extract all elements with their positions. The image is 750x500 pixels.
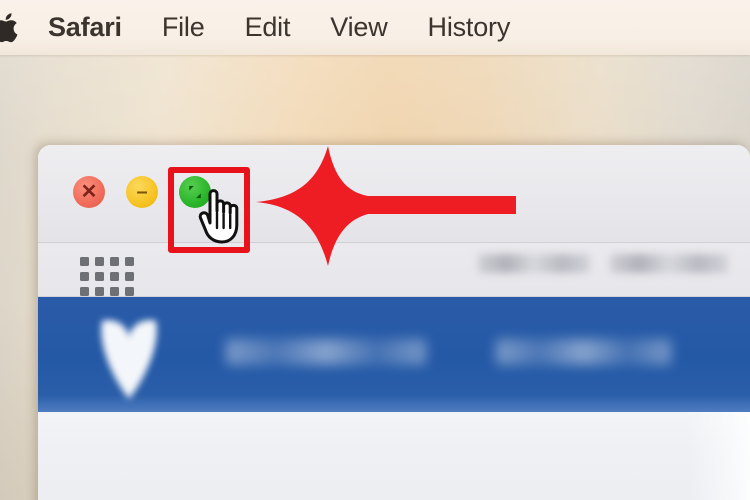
close-icon: ✕ — [80, 181, 98, 203]
grid-dot — [110, 287, 119, 296]
app-grid-dots-icon[interactable] — [80, 257, 134, 296]
grid-dot — [110, 257, 119, 266]
menu-edit[interactable]: Edit — [245, 12, 291, 43]
hand-cursor — [198, 189, 239, 244]
minimize-icon: – — [136, 181, 148, 203]
website-body — [38, 412, 750, 500]
body-edge-fade — [688, 412, 750, 500]
grid-dot — [110, 272, 119, 281]
grid-dot — [95, 272, 104, 281]
grid-dot — [80, 287, 89, 296]
grid-dot — [80, 257, 89, 266]
site-nav-item-blurred[interactable] — [226, 339, 426, 365]
grid-dot — [125, 287, 134, 296]
minimize-button[interactable]: – — [126, 176, 158, 208]
grid-dot — [125, 257, 134, 266]
grid-dot — [125, 272, 134, 281]
apple-logo-icon[interactable] — [0, 11, 20, 45]
menu-file[interactable]: File — [162, 12, 205, 43]
grid-dot — [95, 287, 104, 296]
website-header-banner — [38, 297, 750, 412]
menu-safari[interactable]: Safari — [48, 12, 122, 43]
grid-dot — [95, 257, 104, 266]
grid-dot — [80, 272, 89, 281]
site-logo-icon — [101, 320, 157, 399]
macos-menu-bar: Safari File Edit View History — [0, 0, 750, 55]
pointer-arrow — [256, 146, 516, 266]
favorite-item-blurred[interactable] — [610, 254, 728, 273]
menu-view[interactable]: View — [330, 12, 387, 43]
menu-history[interactable]: History — [428, 12, 511, 43]
close-button[interactable]: ✕ — [73, 176, 105, 208]
screenshot-root: ✕ – Safari File Edit View History — [0, 0, 750, 500]
site-nav-item-blurred[interactable] — [496, 339, 671, 365]
